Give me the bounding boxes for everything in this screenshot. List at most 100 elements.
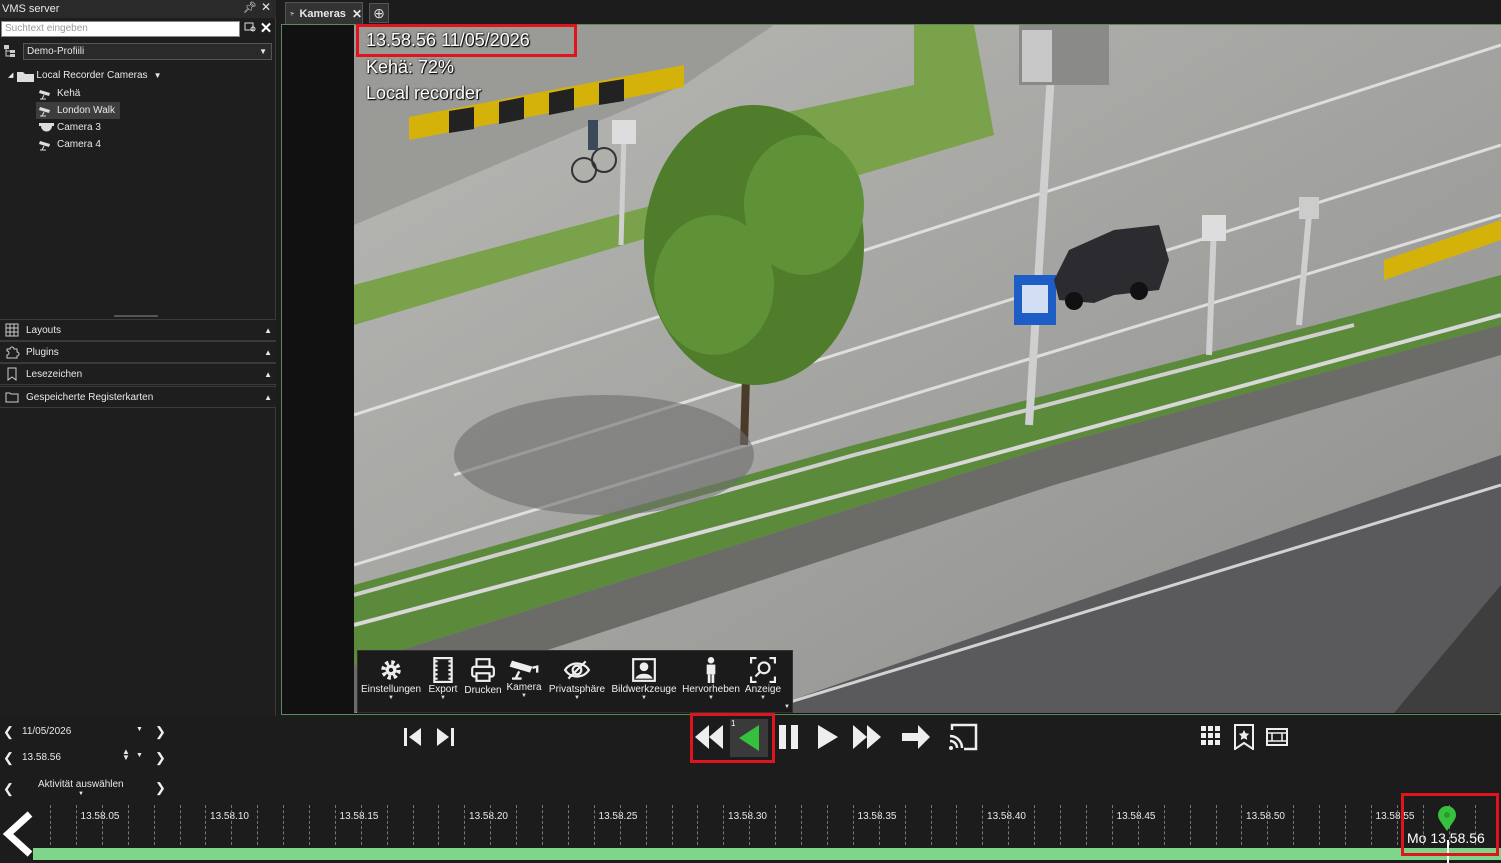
grid-icon bbox=[1201, 726, 1220, 745]
highlight-label: Hervorheben bbox=[682, 684, 740, 695]
panel-saved-tabs[interactable]: Gespeicherte Registerkarten ▲ bbox=[0, 386, 276, 408]
timeline-tick bbox=[361, 805, 362, 845]
clear-search-icon[interactable]: ✕ bbox=[259, 19, 273, 37]
add-tab-icon[interactable]: ⊕ bbox=[369, 3, 389, 23]
panel-splitter[interactable] bbox=[114, 315, 158, 317]
camera-label: London Walk bbox=[57, 105, 115, 116]
close-icon[interactable]: ✕ bbox=[352, 7, 362, 21]
timeline-back-icon[interactable] bbox=[0, 810, 34, 861]
display-button[interactable]: Anzeige ▼ bbox=[742, 653, 784, 711]
chevron-down-icon[interactable]: ▼ bbox=[78, 791, 84, 797]
prev-date-icon[interactable]: ❮ bbox=[3, 724, 14, 740]
profile-select[interactable]: Demo-Profiili ▼ bbox=[23, 43, 272, 60]
timeline-tick bbox=[1060, 805, 1061, 845]
timeline-tick bbox=[646, 805, 647, 845]
timeline-tick bbox=[905, 805, 906, 845]
privacy-button[interactable]: Privatsphäre ▼ bbox=[546, 653, 608, 711]
tab-kameras[interactable]: Kameras ✕ bbox=[285, 2, 363, 24]
play-button[interactable] bbox=[815, 723, 841, 754]
fast-forward-button[interactable] bbox=[851, 721, 883, 756]
date-field[interactable]: 11/05/2026 bbox=[22, 726, 71, 737]
timeline-tick bbox=[490, 805, 491, 845]
next-activity-icon[interactable]: ❯ bbox=[155, 780, 166, 796]
timeline-tick bbox=[180, 805, 181, 845]
panel-plugins[interactable]: Plugins ▲ bbox=[0, 341, 276, 363]
layout-grid-button[interactable] bbox=[1200, 725, 1222, 750]
chevron-down-icon: ▼ bbox=[641, 695, 647, 701]
timeline-tick bbox=[723, 805, 724, 845]
highlight-box-playback bbox=[690, 713, 775, 763]
recording-bar bbox=[33, 848, 1501, 860]
camera-item-camera-4[interactable]: Camera 4 bbox=[36, 136, 120, 153]
timeline-tick bbox=[568, 805, 569, 845]
step-forward-frame-button[interactable] bbox=[433, 725, 457, 752]
time-field[interactable]: 13.58.56 bbox=[22, 752, 61, 763]
panel-layouts[interactable]: Layouts ▲ bbox=[0, 319, 276, 341]
timeline-tick bbox=[542, 805, 543, 845]
chevron-down-icon[interactable]: ▼ bbox=[136, 752, 143, 759]
timeline-tick bbox=[309, 805, 310, 845]
chevron-up-icon: ▲ bbox=[264, 370, 272, 379]
timeline-tick bbox=[50, 805, 51, 845]
timeline-tick bbox=[102, 805, 103, 845]
camera-item-london-walk[interactable]: London Walk bbox=[36, 102, 120, 119]
chevron-down-icon[interactable]: ▼ bbox=[136, 726, 143, 733]
next-time-icon[interactable]: ❯ bbox=[155, 750, 166, 766]
chevron-down-icon: ▼ bbox=[388, 695, 394, 701]
go-to-live-button[interactable] bbox=[900, 722, 932, 755]
cast-button[interactable] bbox=[948, 722, 980, 755]
tree-root[interactable]: ◢ Local Recorder Cameras ▼ bbox=[8, 67, 161, 84]
time-stepper-icon[interactable]: ▲ ▼ bbox=[122, 748, 130, 762]
timeline-tick bbox=[853, 805, 854, 845]
panel-bookmarks[interactable]: Lesezeichen ▲ bbox=[0, 363, 276, 385]
image-tools-label: Bildwerkzeuge bbox=[611, 684, 677, 695]
export-button[interactable]: Export ▼ bbox=[424, 653, 462, 711]
timeline-tick bbox=[982, 805, 983, 845]
next-date-icon[interactable]: ❯ bbox=[155, 724, 166, 740]
settings-button[interactable]: Einstellungen ▼ bbox=[359, 653, 423, 711]
timeline-tick bbox=[413, 805, 414, 845]
timeline-tick bbox=[438, 805, 439, 845]
print-button[interactable]: Drucken bbox=[462, 653, 504, 711]
timeline-tick bbox=[1086, 805, 1087, 845]
zoom-icon bbox=[750, 657, 776, 683]
gear-icon bbox=[381, 660, 401, 680]
fullscreen-button[interactable] bbox=[1266, 727, 1288, 750]
image-tools-icon bbox=[632, 658, 656, 682]
timeline-tick bbox=[1034, 805, 1035, 845]
activity-select[interactable]: Aktivität auswählen bbox=[38, 779, 124, 790]
pause-button[interactable] bbox=[776, 723, 802, 754]
close-icon[interactable]: ✕ bbox=[261, 0, 271, 14]
camera-item-keha[interactable]: Kehä bbox=[36, 85, 120, 102]
camera-video-feed[interactable]: 13.58.56 11/05/2026 Kehä: 72% Local reco… bbox=[354, 25, 1501, 713]
timeline-tick-label: 13.58.05 bbox=[80, 811, 120, 822]
timeline-tick bbox=[1267, 805, 1268, 845]
chevron-down-icon: ▼ bbox=[440, 695, 446, 701]
search-input[interactable]: Suchtext eingeben bbox=[1, 21, 240, 37]
pause-icon bbox=[779, 725, 798, 749]
toolbar-more-icon[interactable]: ▼ bbox=[784, 704, 790, 710]
chevron-down-icon: ▼ bbox=[574, 695, 580, 701]
timeline-tick bbox=[76, 805, 77, 845]
prev-time-icon[interactable]: ❮ bbox=[3, 750, 14, 766]
camera-button[interactable]: Kamera ▼ bbox=[504, 653, 544, 711]
timeline-tick bbox=[1112, 805, 1113, 845]
display-label: Anzeige bbox=[744, 684, 782, 695]
chevron-down-icon[interactable]: ▼ bbox=[154, 67, 162, 84]
prev-activity-icon[interactable]: ❮ bbox=[3, 781, 14, 797]
activity-navigator: ❮ Aktivität auswählen ▼ ❯ bbox=[0, 776, 170, 797]
pin-icon[interactable]: 📌︎ bbox=[243, 1, 257, 14]
time-navigator: ❮ 13.58.56 ▲ ▼ ▼ ❯ bbox=[0, 747, 170, 767]
add-bookmark-button[interactable] bbox=[1233, 724, 1255, 753]
person-icon bbox=[706, 657, 716, 683]
image-tools-button[interactable]: Bildwerkzeuge ▼ bbox=[609, 653, 679, 711]
expand-arrow-icon[interactable]: ◢ bbox=[8, 67, 13, 84]
timeline-tick bbox=[516, 805, 517, 845]
search-options-icon[interactable] bbox=[243, 21, 257, 37]
settings-label: Einstellungen bbox=[360, 684, 422, 695]
profile-tree-icon bbox=[3, 44, 19, 60]
camera-item-camera-3[interactable]: Camera 3 bbox=[36, 119, 120, 136]
step-back-frame-button[interactable] bbox=[401, 725, 425, 752]
highlight-button[interactable]: Hervorheben ▼ bbox=[680, 653, 742, 711]
timeline-tick bbox=[464, 805, 465, 845]
